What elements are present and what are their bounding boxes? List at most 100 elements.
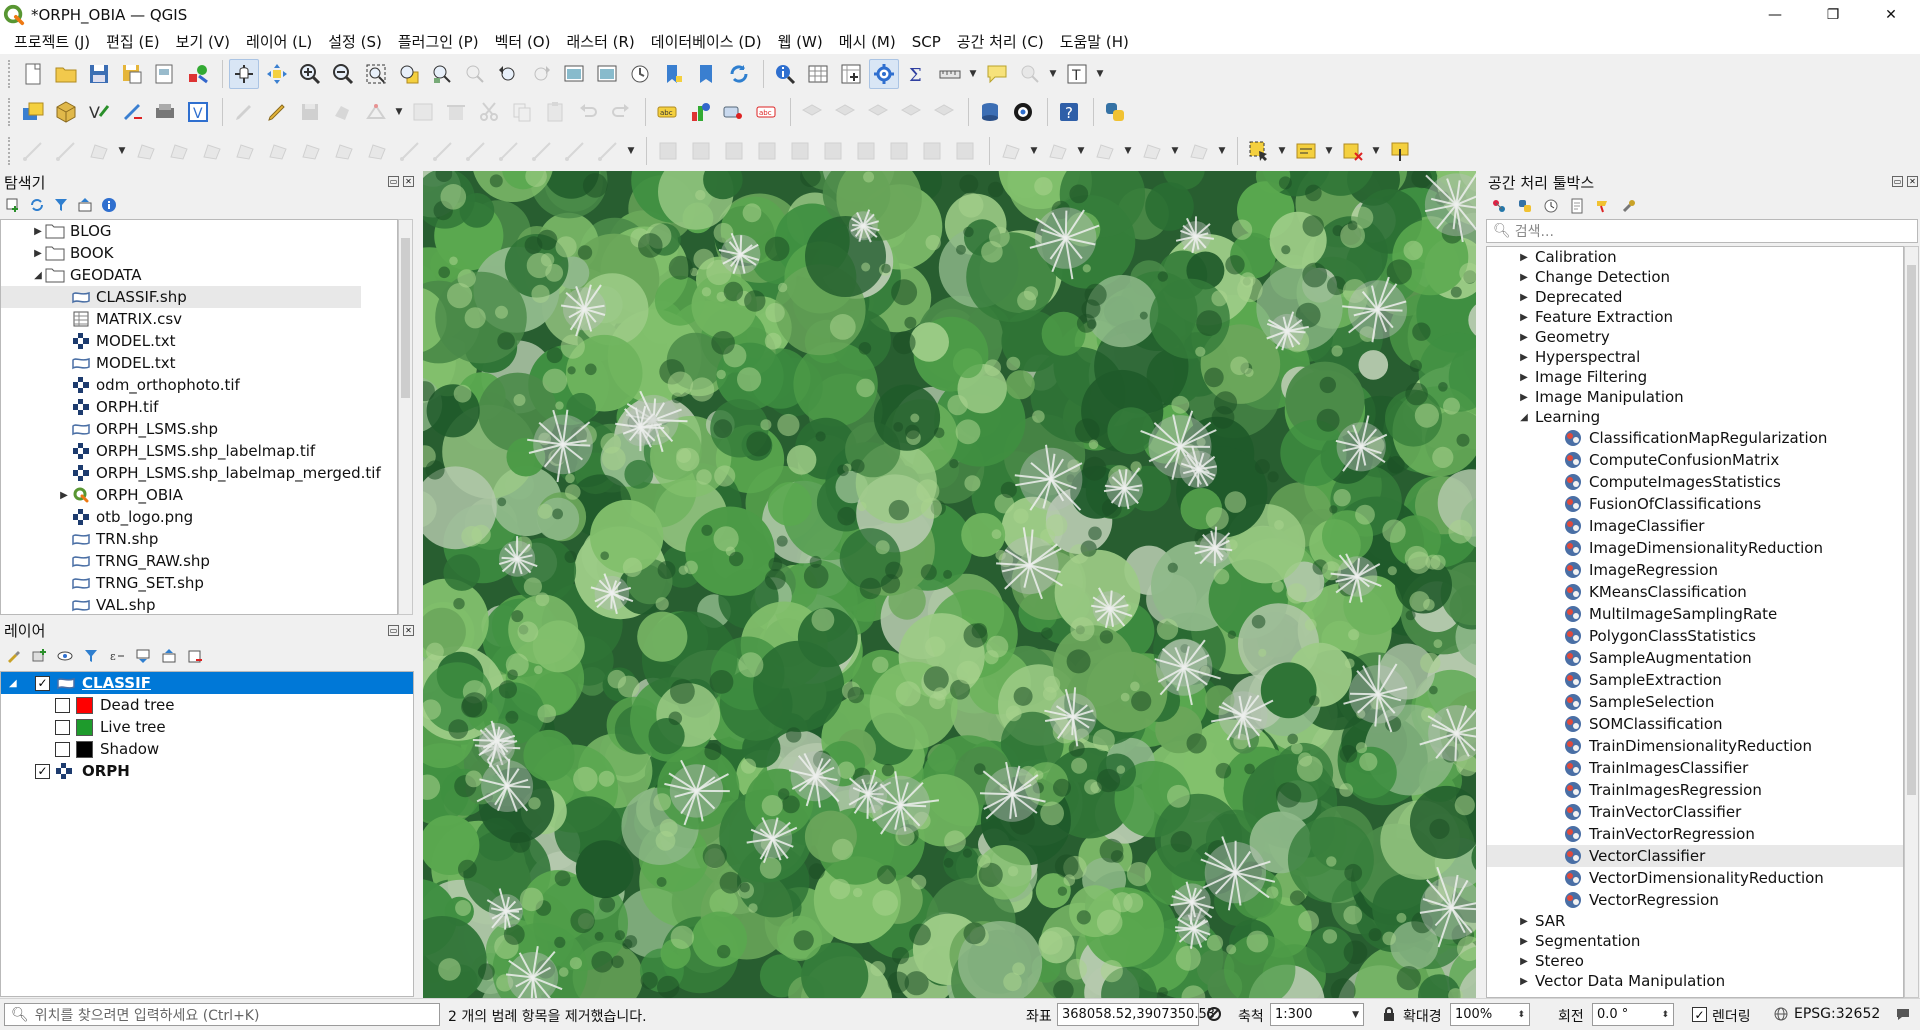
chevron-down-icon[interactable]: ▼ [968, 59, 978, 89]
chevron-down-icon[interactable]: ▼ [394, 97, 404, 127]
zoom-full-button[interactable] [361, 59, 391, 89]
redo-button[interactable] [606, 97, 636, 127]
browser-item[interactable]: MATRIX.csv [1, 308, 397, 330]
chevron-right-icon[interactable]: ▶ [1517, 976, 1531, 987]
raster-calc-button[interactable] [686, 136, 716, 166]
chevron-right-icon[interactable]: ▶ [1517, 312, 1531, 323]
polygon-tool-button[interactable] [329, 136, 359, 166]
menu-item[interactable]: SCP [904, 33, 949, 51]
digitize-button[interactable] [494, 136, 524, 166]
help-button[interactable] [100, 196, 118, 214]
chevron-right-icon[interactable]: ▶ [1517, 272, 1531, 283]
help-button[interactable]: ? [1054, 97, 1084, 127]
refresh-button[interactable] [724, 59, 754, 89]
browser-item[interactable]: TRNG_RAW.shp [1, 550, 397, 572]
new-map-view-button[interactable] [592, 59, 622, 89]
toggle-editing-button[interactable] [262, 97, 292, 127]
modify-attributes-button[interactable] [408, 97, 438, 127]
toolbox-scrollbar[interactable] [1904, 246, 1919, 998]
select-value-button[interactable] [1291, 136, 1321, 166]
menu-item[interactable]: 래스터 (R) [558, 31, 642, 52]
manage-visibility-button[interactable] [56, 647, 74, 665]
digitize-button[interactable] [18, 136, 48, 166]
label-tool-button[interactable] [863, 97, 893, 127]
browser-tree[interactable]: ▶ BLOG ▶ BOOK ◢ GEODATA CLASSIF.shp MATRIX.csv M… [0, 219, 398, 615]
filter-browser-button[interactable] [52, 196, 70, 214]
toolbox-algorithm[interactable]: VectorClassifier [1487, 845, 1903, 867]
toolbox-group[interactable]: ▶ Vector Data Manipulation [1487, 971, 1903, 991]
zoom-selection-button[interactable] [394, 59, 424, 89]
raster-calc-button[interactable] [884, 136, 914, 166]
toolbox-tree[interactable]: ▶ Calibration ▶ Change Detection ▶ Deprecated… [1486, 246, 1904, 998]
collapse-all-button[interactable] [76, 196, 94, 214]
collapse-all-button[interactable] [160, 647, 178, 665]
chevron-right-icon[interactable]: ▶ [1517, 372, 1531, 383]
toolbox-algorithm[interactable]: KMeansClassification [1487, 581, 1903, 603]
add-layer-button[interactable] [4, 196, 22, 214]
toolbox-group[interactable]: ▶ Calibration [1487, 247, 1903, 267]
browser-item[interactable]: ORPH_LSMS.shp [1, 418, 397, 440]
attribute-table-button[interactable] [803, 59, 833, 89]
legend-checkbox[interactable] [55, 697, 70, 713]
polygon-tool-button[interactable] [1090, 136, 1120, 166]
polygon-tool-button[interactable] [1184, 136, 1214, 166]
close-panel-button[interactable]: ✕ [1907, 176, 1918, 187]
zoom-next-button[interactable] [526, 59, 556, 89]
menu-item[interactable]: 웹 (W) [770, 31, 831, 52]
chevron-right-icon[interactable]: ▶ [31, 226, 45, 237]
polygon-tool-button[interactable] [131, 136, 161, 166]
processing-toolbox-button[interactable] [869, 58, 899, 89]
close-panel-button[interactable]: ✕ [403, 176, 414, 187]
zoom-in-button[interactable] [295, 59, 325, 89]
chevron-down-icon[interactable]: ▼ [1170, 136, 1180, 166]
menu-item[interactable]: 프로젝트 (J) [6, 31, 98, 52]
toolbar-grip[interactable] [8, 137, 12, 165]
toolbar-grip[interactable] [8, 59, 12, 88]
virtual-layer-button[interactable]: V [183, 97, 213, 127]
toolbox-algorithm[interactable]: TrainVectorClassifier [1487, 801, 1903, 823]
raster-calc-button[interactable] [653, 136, 683, 166]
raster-calc-button[interactable] [917, 136, 947, 166]
refresh-button[interactable] [28, 196, 46, 214]
browser-item[interactable]: MODEL.txt [1, 330, 397, 352]
save-edits-button[interactable] [295, 97, 325, 127]
menu-item[interactable]: 보기 (V) [168, 31, 238, 52]
select-features-button[interactable] [1244, 136, 1274, 166]
chevron-right-icon[interactable]: ▶ [31, 248, 45, 259]
browser-item[interactable]: ORPH_LSMS.shp_labelmap.tif [1, 440, 397, 462]
chevron-down-icon[interactable]: ▼ [1048, 59, 1058, 89]
legend-item[interactable]: Dead tree [1, 694, 413, 716]
print-layout-button[interactable] [150, 59, 180, 89]
scrollbar-thumb[interactable] [401, 238, 410, 398]
menu-item[interactable]: 편집 (E) [98, 31, 168, 52]
bookmark-new-button[interactable] [658, 59, 688, 89]
deselect-button[interactable] [1338, 136, 1368, 166]
polygon-tool-button[interactable] [263, 136, 293, 166]
layer-visibility-checkbox[interactable]: ✓ [35, 763, 50, 779]
menu-item[interactable]: 벡터 (O) [487, 31, 559, 52]
browser-item[interactable]: VAL.shp [1, 594, 397, 614]
browser-item[interactable]: ▶ ORPH_OBIA [1, 484, 397, 506]
new-map-view-button[interactable] [559, 59, 589, 89]
label-tool-button[interactable] [797, 97, 827, 127]
polygon-tool-button[interactable] [296, 136, 326, 166]
chevron-right-icon[interactable]: ▶ [1517, 352, 1531, 363]
toolbox-algorithm[interactable]: VectorRegression [1487, 889, 1903, 911]
menu-item[interactable]: 도움말 (H) [1052, 31, 1137, 52]
chevron-down-icon[interactable]: ▼ [1123, 136, 1133, 166]
messages-button[interactable] [1894, 1005, 1912, 1023]
chevron-down-icon[interactable]: ▼ [1324, 136, 1334, 166]
open-folder-button[interactable] [51, 59, 81, 89]
undo-button[interactable] [573, 97, 603, 127]
float-panel-button[interactable]: ▭ [388, 625, 399, 636]
raster-calc-button[interactable] [719, 136, 749, 166]
browser-item[interactable]: MODEL.txt [1, 352, 397, 374]
polygon-tool-button[interactable] [164, 136, 194, 166]
new-shapefile-button[interactable]: V [84, 97, 114, 127]
legend-item[interactable]: Shadow [1, 738, 413, 760]
close-panel-button[interactable]: ✕ [403, 625, 414, 636]
chevron-down-icon[interactable]: ▼ [1095, 59, 1105, 89]
copy-button[interactable] [507, 97, 537, 127]
python-button[interactable] [1100, 97, 1130, 127]
map-canvas[interactable] [423, 171, 1476, 998]
